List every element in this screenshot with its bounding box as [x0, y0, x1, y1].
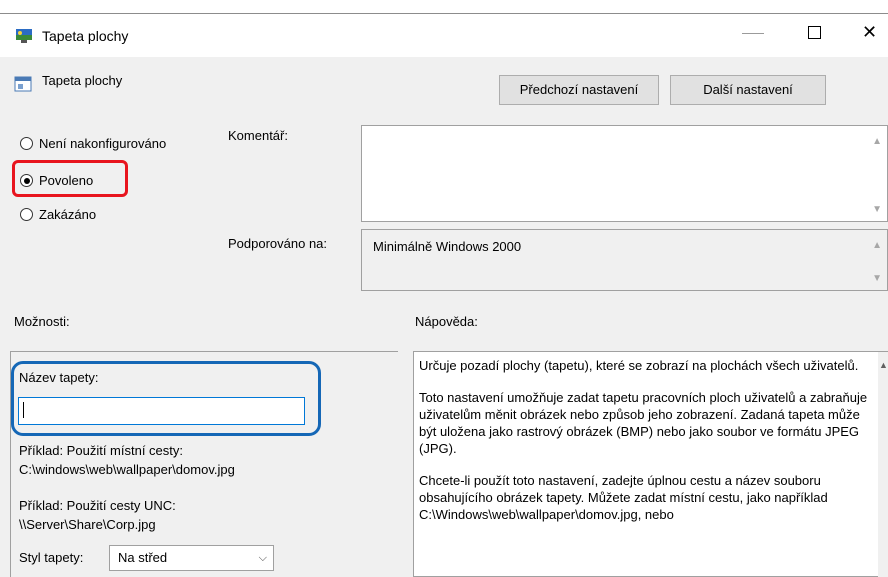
next-setting-button[interactable]: Další nastavení — [670, 75, 826, 105]
example-unc-label: Příklad: Použití cesty UNC: — [19, 498, 176, 513]
radio-not-configured[interactable]: Není nakonfigurováno — [20, 136, 166, 151]
help-paragraph: Určuje pozadí plochy (tapetu), které se … — [419, 358, 859, 373]
options-label: Možnosti: — [14, 314, 70, 329]
policy-title: Tapeta plochy — [42, 73, 123, 88]
window-title: Tapeta plochy — [42, 28, 129, 44]
example-local-path: Příklad: Použití místní cesty: C:\window… — [19, 441, 235, 479]
supported-on-value: Minimálně Windows 2000 — [373, 239, 522, 254]
app-icon — [16, 29, 32, 43]
help-paragraph: Chcete-li použít toto nastavení, zadejte… — [419, 473, 828, 522]
radio-label: Není nakonfigurováno — [39, 136, 167, 151]
example-unc-value: \\Server\Share\Corp.jpg — [19, 517, 156, 532]
comment-textarea[interactable]: ▲ ▼ — [361, 125, 888, 222]
wallpaper-style-label: Styl tapety: — [19, 550, 84, 565]
scroll-up-icon[interactable]: ▲ — [872, 240, 882, 251]
radio-circle[interactable] — [20, 137, 33, 150]
wallpaper-name-input[interactable] — [18, 397, 305, 425]
scroll-down-icon[interactable]: ▼ — [872, 273, 882, 284]
scroll-down-icon[interactable]: ▼ — [872, 204, 882, 215]
policy-icon — [14, 76, 32, 92]
wallpaper-style-select[interactable]: Na střed ⌵ — [109, 545, 274, 571]
text-cursor — [23, 402, 24, 418]
radio-circle[interactable] — [20, 208, 33, 221]
supported-label: Podporováno na: — [228, 236, 328, 251]
close-button[interactable]: ✕ — [862, 22, 877, 42]
help-paragraph: Toto nastavení umožňuje zadat tapetu pra… — [419, 390, 868, 456]
comment-label: Komentář: — [228, 128, 288, 143]
highlight-enabled-box — [12, 160, 128, 197]
scroll-up-icon[interactable]: ▲ — [879, 360, 888, 370]
example-local-value: C:\windows\web\wallpaper\domov.jpg — [19, 462, 235, 477]
minimize-button[interactable] — [742, 33, 764, 34]
help-label: Nápověda: — [415, 314, 478, 329]
help-scrollbar[interactable]: ▲ — [878, 352, 888, 577]
radio-disabled[interactable]: Zakázáno — [20, 207, 96, 222]
chevron-down-icon[interactable]: ⌵ — [259, 546, 267, 570]
maximize-button[interactable] — [808, 26, 821, 39]
radio-label: Zakázáno — [39, 207, 97, 222]
example-unc-path: Příklad: Použití cesty UNC: \\Server\Sha… — [19, 496, 176, 534]
title-bar[interactable] — [0, 14, 888, 57]
scroll-up-icon[interactable]: ▲ — [872, 136, 882, 147]
previous-setting-button[interactable]: Předchozí nastavení — [499, 75, 659, 105]
wallpaper-name-label: Název tapety: — [19, 370, 99, 385]
wallpaper-style-value: Na střed — [118, 550, 168, 565]
help-text: Určuje pozadí plochy (tapetu), které se … — [419, 357, 869, 538]
example-local-label: Příklad: Použití místní cesty: — [19, 443, 183, 458]
